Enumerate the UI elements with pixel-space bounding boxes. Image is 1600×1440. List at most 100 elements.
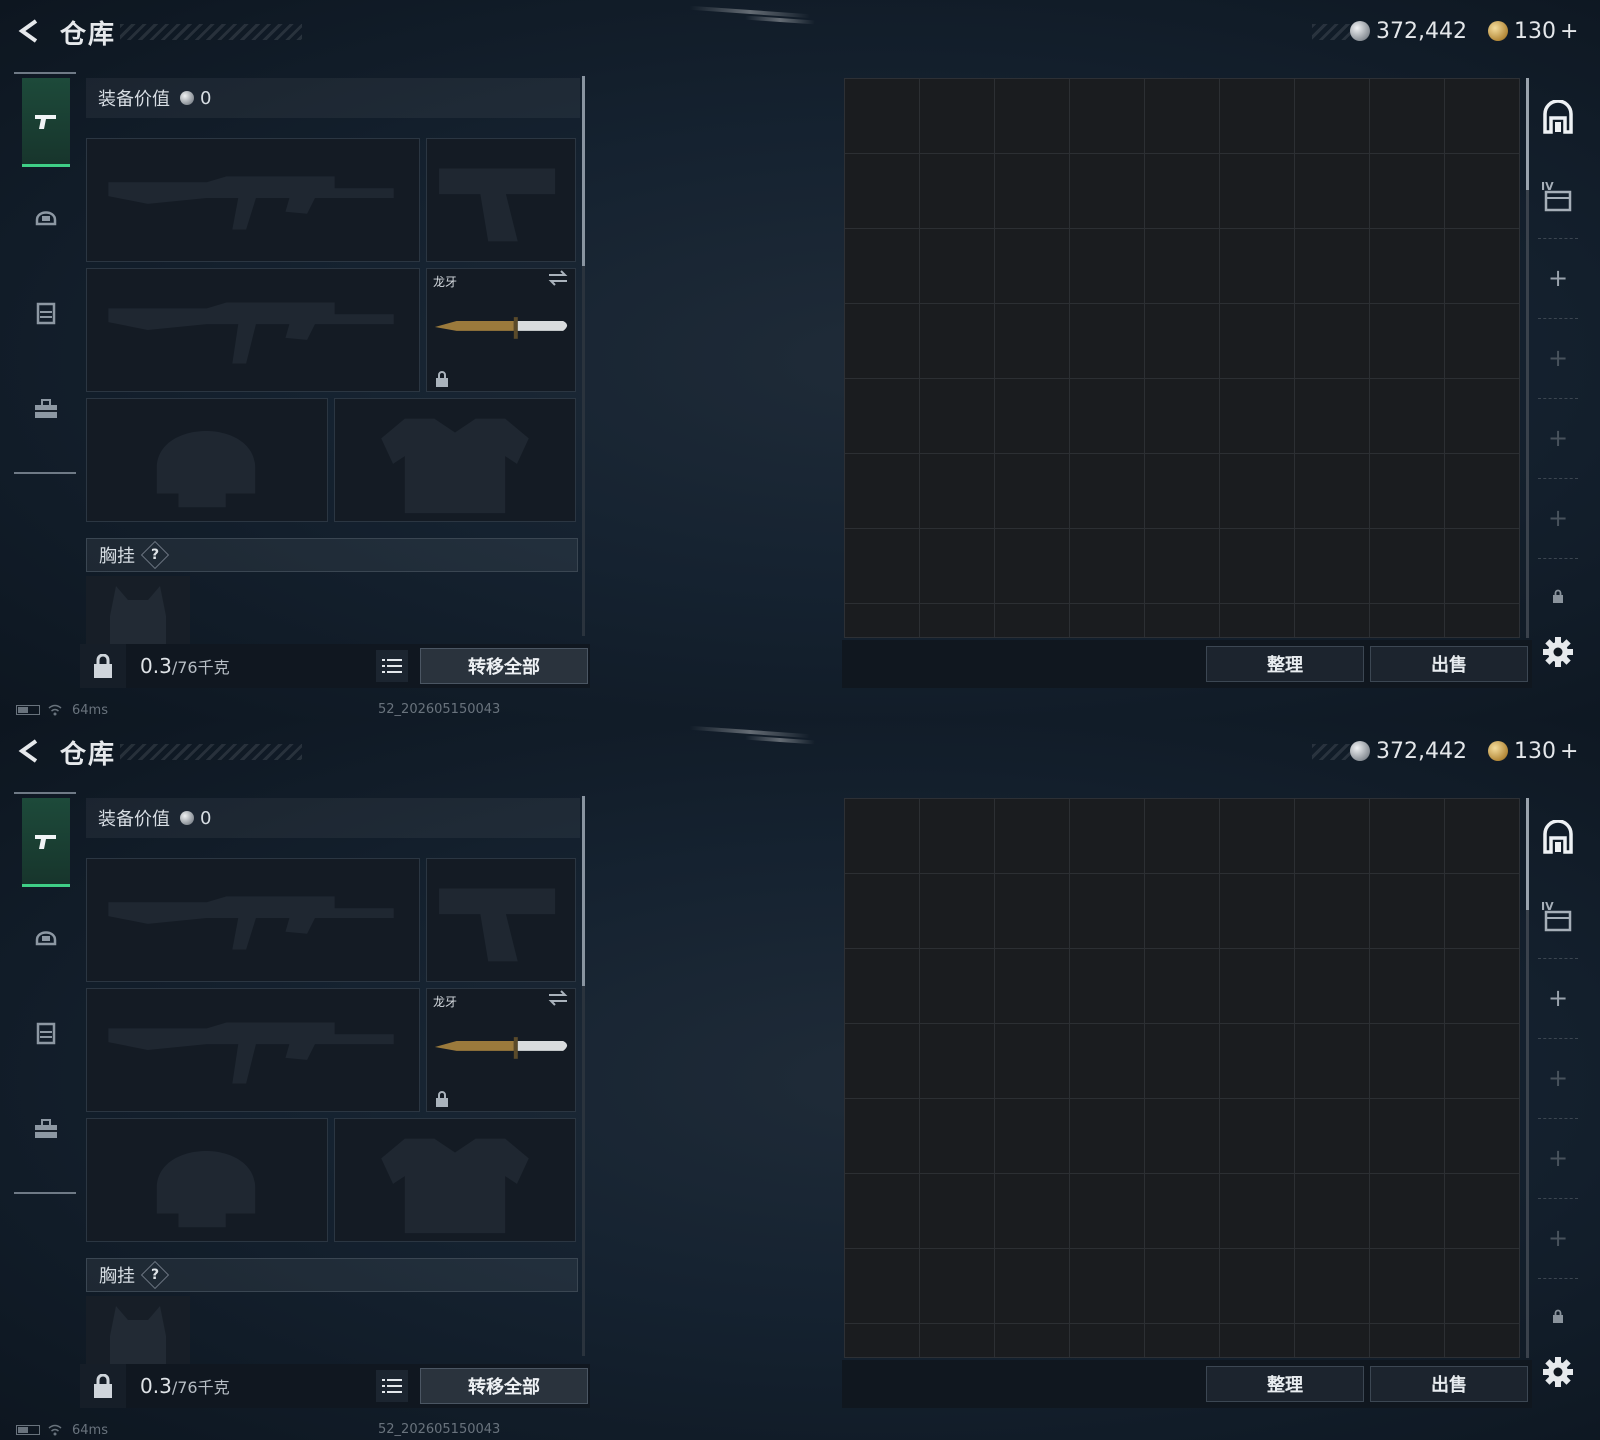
gold-add-button[interactable]: + [1560,19,1578,44]
add-stash-button[interactable]: + [1534,248,1582,308]
gear-icon[interactable] [1540,634,1576,670]
body-armor-slot[interactable] [334,398,576,522]
pistol-icon [35,115,56,129]
knife-item-image [434,1037,568,1059]
melee-slot[interactable]: 龙牙 [426,988,576,1112]
battery-icon [16,705,40,715]
add-stash-button[interactable]: + [1534,488,1582,548]
warehouse-scrollbar[interactable] [1526,78,1529,638]
rail-item-toolbox[interactable] [22,366,70,452]
sidearm-slot[interactable] [426,858,576,982]
chest-rig-header: 胸挂 ? [86,538,578,572]
rifle-silhouette-icon [108,302,394,364]
chest-rig-label: 胸挂 [99,1266,135,1287]
stash-divider [1538,1278,1578,1279]
back-arrow-icon[interactable] [14,736,44,766]
scroll-thumb[interactable] [582,796,585,986]
stash-tab-main[interactable] [1534,82,1582,154]
sidearm-slot[interactable] [426,138,576,262]
secondary-weapon-slot[interactable] [86,988,420,1112]
equipment-value-bar: 装备价值 0 [86,798,580,838]
gold-currency[interactable]: 130 + [1488,736,1578,766]
rifle-silhouette-icon [108,1022,394,1084]
sell-button[interactable]: 出售 [1370,1366,1528,1402]
warehouse-grid[interactable] [844,78,1520,638]
knife-item-image [434,317,568,339]
add-stash-button[interactable]: + [1534,968,1582,1028]
armor-vest-icon [36,1022,56,1045]
chest-rig-slot[interactable] [86,1296,190,1364]
equipment-scrollbar[interactable] [582,796,585,1356]
locked-stash-slot [1534,1296,1582,1336]
swap-icon[interactable] [547,269,569,287]
rail-item-armor[interactable] [22,990,70,1076]
rail-item-toolbox[interactable] [22,1086,70,1172]
scroll-thumb[interactable] [582,76,585,266]
stash-tab-iv[interactable]: IV [1534,880,1582,952]
warehouse-grid[interactable] [844,798,1520,1358]
rail-item-weapons[interactable] [22,798,70,887]
list-view-button[interactable] [376,650,408,682]
sell-button[interactable]: 出售 [1370,646,1528,682]
rail-item-armor[interactable] [22,270,70,356]
rail-item-helmet[interactable] [22,894,70,980]
add-stash-button[interactable]: + [1534,1128,1582,1188]
transfer-all-button[interactable]: 转移全部 [420,1368,588,1404]
silver-coin-icon [180,811,194,825]
sort-button[interactable]: 整理 [1206,646,1364,682]
rail-item-helmet[interactable] [22,174,70,260]
primary-weapon-slot[interactable] [86,138,420,262]
weight-readout: 0.3/76千克 [140,654,230,678]
scroll-thumb[interactable] [1526,798,1529,910]
build-id: 52_202605150043 [378,702,501,717]
list-view-button[interactable] [376,1370,408,1402]
equipment-scrollbar[interactable] [582,76,585,636]
gear-icon[interactable] [1540,1354,1576,1390]
main-stash-icon [1543,100,1573,134]
top-bar: 仓库 372,442 130 + [0,0,1600,64]
equipment-value-label: 装备价值 [98,89,170,110]
back-arrow-icon[interactable] [14,16,44,46]
currency-decoration [1312,744,1352,760]
transfer-all-button[interactable]: 转移全部 [420,648,588,684]
stash-tab-rail: IV + + + + [1534,802,1582,1402]
scroll-thumb[interactable] [1526,78,1529,190]
pistol-silhouette-icon [439,888,556,962]
stash-divider [1538,558,1578,559]
weight-readout: 0.3/76千克 [140,1374,230,1398]
rail-item-weapons[interactable] [22,78,70,167]
rail-divider [14,472,76,474]
gold-add-button[interactable]: + [1560,739,1578,764]
top-bar: 仓库 372,442 130 + [0,720,1600,784]
bag-lock-button[interactable] [80,1364,126,1408]
gold-coin-icon [1488,21,1508,41]
silver-currency: 372,442 [1350,736,1467,766]
sort-button[interactable]: 整理 [1206,1366,1364,1402]
helmet-slot[interactable] [86,398,328,522]
equipment-panel: 装备价值 0 龙牙 胸挂 ? [80,796,588,1408]
gold-currency[interactable]: 130 + [1488,16,1578,46]
add-stash-button[interactable]: + [1534,328,1582,388]
helmet-slot[interactable] [86,1118,328,1242]
chest-rig-slot[interactable] [86,576,190,644]
help-icon[interactable]: ? [140,540,170,570]
stash-divider [1538,1118,1578,1119]
primary-weapon-slot[interactable] [86,858,420,982]
list-icon [382,659,402,673]
body-armor-slot[interactable] [334,1118,576,1242]
gold-amount: 130 [1514,738,1556,764]
warehouse-scrollbar[interactable] [1526,798,1529,1358]
weight-max: /76 [171,1378,198,1397]
stash-iv-icon: IV [1541,180,1572,212]
stash-tab-iv[interactable]: IV [1534,160,1582,232]
help-icon[interactable]: ? [140,1260,170,1290]
swap-icon[interactable] [547,989,569,1007]
rail-divider [14,72,76,74]
add-stash-button[interactable]: + [1534,1048,1582,1108]
stash-tab-main[interactable] [1534,802,1582,874]
add-stash-button[interactable]: + [1534,1208,1582,1268]
melee-slot[interactable]: 龙牙 [426,268,576,392]
bag-lock-button[interactable] [80,644,126,688]
secondary-weapon-slot[interactable] [86,268,420,392]
add-stash-button[interactable]: + [1534,408,1582,468]
